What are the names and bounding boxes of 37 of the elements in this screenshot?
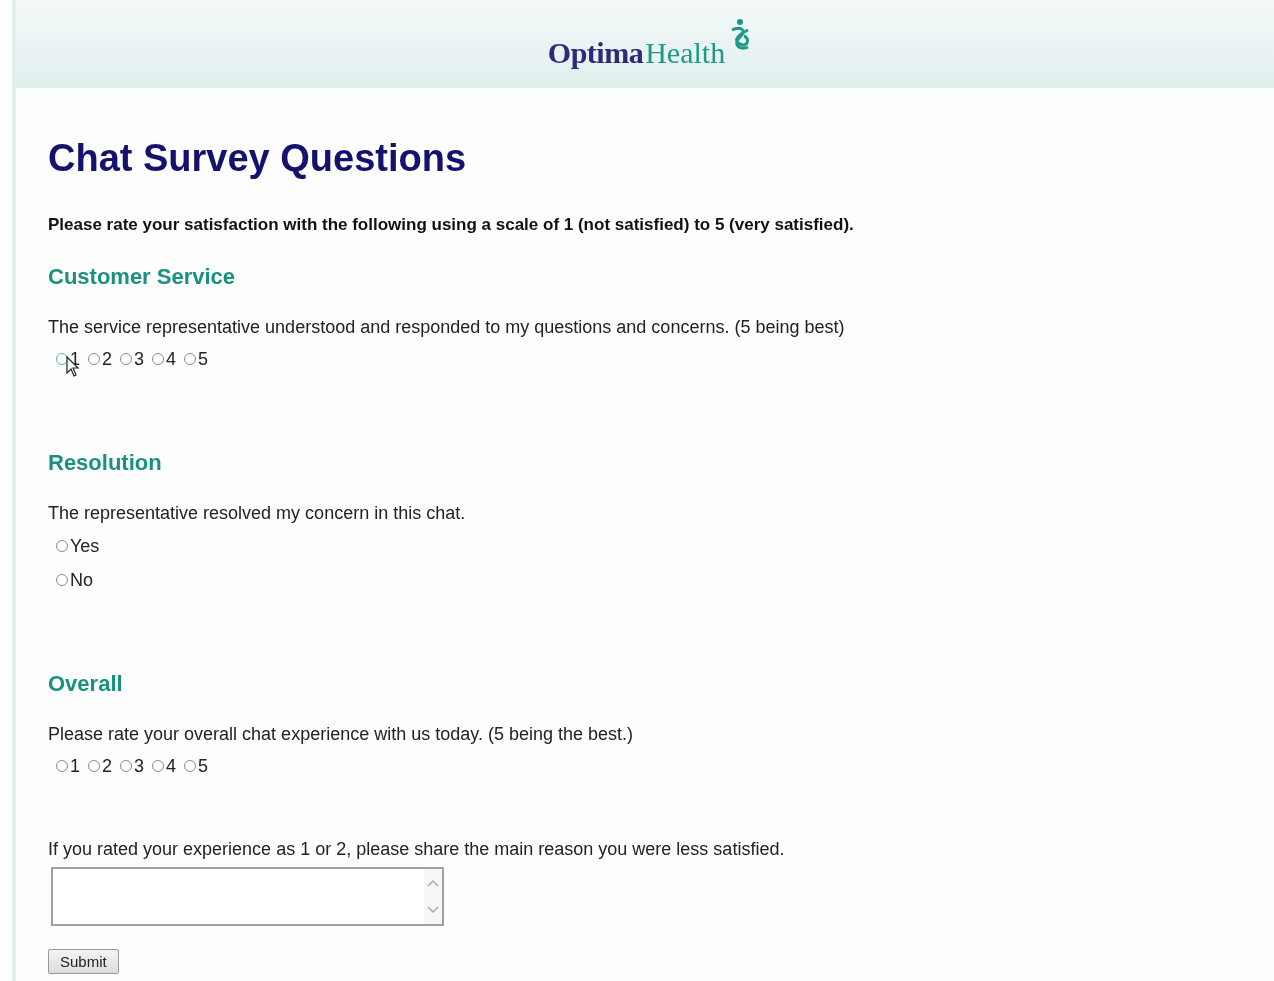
radio-button[interactable] [56,540,68,552]
radio-button[interactable] [152,353,165,365]
option-label[interactable]: 2 [102,348,113,370]
option-label[interactable]: 3 [134,755,145,777]
logo-text: Optima [547,36,644,70]
option-label[interactable]: No [70,569,93,591]
option-label[interactable]: 2 [102,755,113,777]
option-label[interactable]: Yes [70,535,100,557]
radio-button[interactable] [184,760,197,772]
text-area-field[interactable] [51,867,444,926]
instructions-text: Please rate your satisfaction with the following using a scale of 1 (not satisfied) to 5 (very satisfied). [48,214,855,236]
radio-button[interactable] [152,760,165,772]
logo-text: Health [645,36,726,70]
option-label[interactable]: 4 [166,348,177,370]
radio-button[interactable] [88,353,100,365]
radio-button[interactable] [184,353,197,365]
question-text: If you rated your experience as 1 or 2, please share the main reason you were less satisfied. [48,838,786,860]
submit-button[interactable]: Submit [48,949,119,974]
question-text: The service representative understood and responded to my questions and concerns. (5 being best) [48,316,846,338]
option-label[interactable]: 5 [198,755,209,777]
question-text: The representative resolved my concern in this chat. [48,502,467,524]
radio-button[interactable] [88,760,100,772]
radio-button[interactable] [120,760,133,772]
option-label[interactable]: 4 [166,755,177,777]
question-text: Please rate your overall chat experience with us today. (5 being the best.) [48,723,634,745]
option-label[interactable]: 1 [70,755,80,777]
radio-button[interactable] [120,353,133,365]
scroll-up-icon[interactable] [427,878,439,887]
section-heading: Overall [48,671,124,697]
scroll-down-icon[interactable] [427,906,439,915]
radio-button[interactable] [56,574,68,586]
option-label[interactable]: 3 [134,348,145,370]
option-label[interactable]: 5 [198,348,209,370]
radio-button[interactable] [56,760,68,772]
section-heading: Resolution [48,450,163,476]
section-heading: Customer Service [48,264,237,290]
page-title: Chat Survey Questions [48,136,468,180]
